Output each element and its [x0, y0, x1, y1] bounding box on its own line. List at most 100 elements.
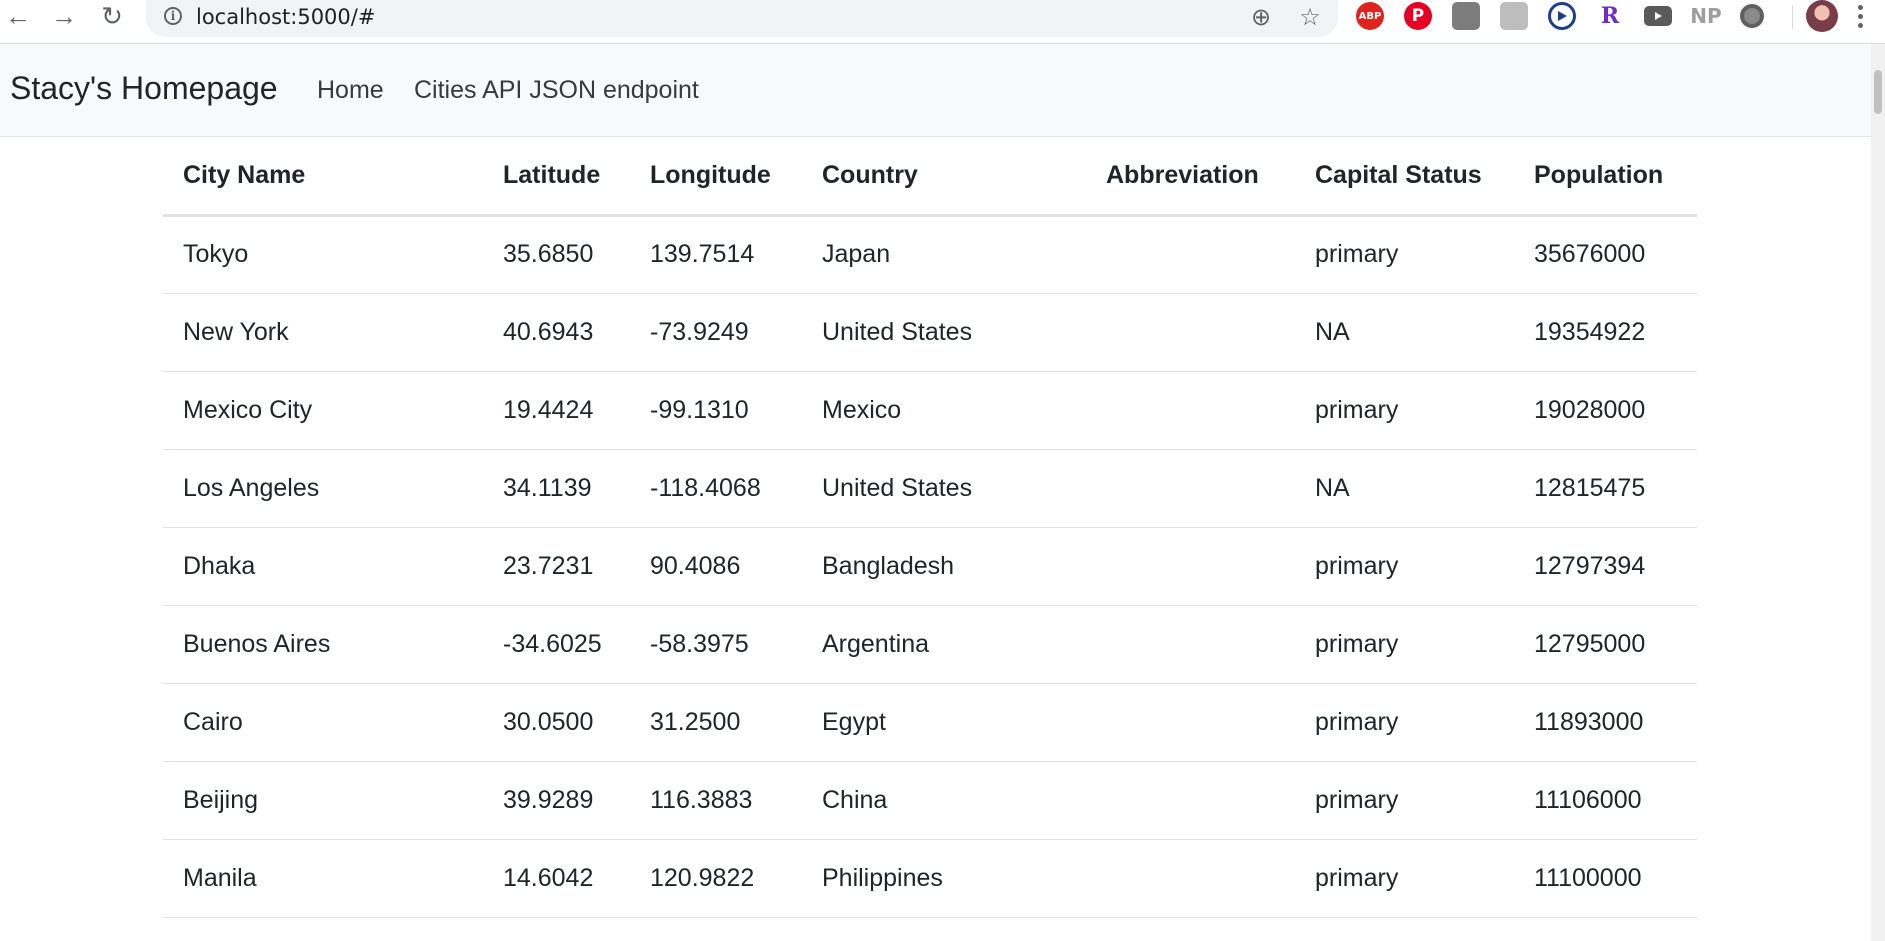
header-latitude: Latitude [483, 137, 630, 217]
cell-longitude: 116.3883 [630, 761, 802, 840]
cell-population: 11893000 [1514, 683, 1697, 762]
cities-table: City Name Latitude Longitude Country Abb… [163, 137, 1697, 918]
cell-capital-status: NA [1295, 449, 1514, 528]
table-row: Buenos Aires -34.6025 -58.3975 Argentina… [163, 605, 1697, 684]
table-row: Beijing 39.9289 116.3883 China primary 1… [163, 761, 1697, 840]
cell-latitude: -34.6025 [483, 605, 630, 684]
cell-abbreviation [1086, 449, 1295, 528]
cell-capital-status: primary [1295, 761, 1514, 840]
table-row: Mexico City 19.4424 -99.1310 Mexico prim… [163, 371, 1697, 450]
browser-toolbar: ← → ↻ i localhost:5000/# ⊕ ☆ ABP P R NP [0, 0, 1885, 44]
cell-city-name: Buenos Aires [163, 605, 483, 684]
cell-population: 11100000 [1514, 839, 1697, 918]
cell-population: 19028000 [1514, 371, 1697, 450]
cell-abbreviation [1086, 605, 1295, 684]
cell-country: United States [802, 449, 1086, 528]
cell-capital-status: NA [1295, 293, 1514, 372]
cell-country: Japan [802, 215, 1086, 294]
cell-city-name: Manila [163, 839, 483, 918]
pinterest-extension-icon[interactable]: P [1404, 2, 1432, 30]
page-scrollbar[interactable] [1871, 44, 1885, 941]
nav-link-home[interactable]: Home [317, 76, 384, 105]
cell-country: United States [802, 293, 1086, 372]
cell-abbreviation [1086, 215, 1295, 294]
header-population: Population [1514, 137, 1697, 217]
header-country: Country [802, 137, 1086, 217]
cell-population: 12797394 [1514, 527, 1697, 606]
navbar-brand[interactable]: Stacy's Homepage [10, 70, 278, 107]
nav-link-cities-api[interactable]: Cities API JSON endpoint [414, 76, 699, 105]
header-abbreviation: Abbreviation [1086, 137, 1295, 217]
address-bar[interactable]: i localhost:5000/# ⊕ ☆ [146, 0, 1338, 37]
header-longitude: Longitude [630, 137, 802, 217]
cell-longitude: -73.9249 [630, 293, 802, 372]
cell-longitude: 120.9822 [630, 839, 802, 918]
cell-country: Bangladesh [802, 527, 1086, 606]
site-info-icon[interactable]: i [164, 7, 182, 25]
table-header-row: City Name Latitude Longitude Country Abb… [163, 137, 1697, 217]
cell-longitude: -58.3975 [630, 605, 802, 684]
r-extension-icon[interactable]: R [1596, 2, 1624, 30]
np-extension-icon[interactable]: NP [1690, 2, 1721, 30]
cell-city-name: Mexico City [163, 371, 483, 450]
bookmark-star-icon[interactable]: ☆ [1297, 4, 1323, 31]
cell-capital-status: primary [1295, 605, 1514, 684]
site-navbar: Stacy's Homepage Home Cities API JSON en… [0, 44, 1885, 137]
cell-city-name: New York [163, 293, 483, 372]
cell-longitude: 139.7514 [630, 215, 802, 294]
cell-latitude: 14.6042 [483, 839, 630, 918]
cell-latitude: 34.1139 [483, 449, 630, 528]
play-extension-icon[interactable] [1548, 2, 1576, 30]
cell-latitude: 30.0500 [483, 683, 630, 762]
cell-country: China [802, 761, 1086, 840]
table-row: Dhaka 23.7231 90.4086 Bangladesh primary… [163, 527, 1697, 606]
profile-avatar[interactable] [1806, 0, 1838, 32]
cell-population: 11106000 [1514, 761, 1697, 840]
cell-longitude: 90.4086 [630, 527, 802, 606]
cell-abbreviation [1086, 683, 1295, 762]
cell-capital-status: primary [1295, 839, 1514, 918]
cell-abbreviation [1086, 839, 1295, 918]
chart-extension-icon[interactable] [1452, 2, 1480, 30]
cell-city-name: Dhaka [163, 527, 483, 606]
cell-population: 19354922 [1514, 293, 1697, 372]
cell-city-name: Beijing [163, 761, 483, 840]
cell-latitude: 40.6943 [483, 293, 630, 372]
cell-longitude: -118.4068 [630, 449, 802, 528]
cell-capital-status: primary [1295, 371, 1514, 450]
circle-extension-icon[interactable] [1740, 4, 1764, 28]
cell-latitude: 19.4424 [483, 371, 630, 450]
table-row: Tokyo 35.6850 139.7514 Japan primary 356… [163, 215, 1697, 294]
cell-city-name: Los Angeles [163, 449, 483, 528]
cell-abbreviation [1086, 527, 1295, 606]
url-text[interactable]: localhost:5000/# [196, 5, 375, 29]
cell-abbreviation [1086, 293, 1295, 372]
cell-abbreviation [1086, 761, 1295, 840]
cell-population: 35676000 [1514, 215, 1697, 294]
table-row: Manila 14.6042 120.9822 Philippines prim… [163, 839, 1697, 918]
header-city-name: City Name [163, 137, 483, 217]
cell-longitude: 31.2500 [630, 683, 802, 762]
cell-city-name: Cairo [163, 683, 483, 762]
toolbar-divider [1792, 5, 1793, 29]
cell-latitude: 23.7231 [483, 527, 630, 606]
back-arrow-icon[interactable]: ← [2, 0, 34, 32]
zoom-icon[interactable]: ⊕ [1248, 4, 1274, 31]
video-extension-icon[interactable] [1644, 6, 1672, 26]
cell-country: Mexico [802, 371, 1086, 450]
cell-capital-status: primary [1295, 683, 1514, 762]
adblock-extension-icon[interactable]: ABP [1356, 2, 1384, 30]
cell-country: Philippines [802, 839, 1086, 918]
reload-icon[interactable]: ↻ [96, 0, 128, 32]
cell-city-name: Tokyo [163, 215, 483, 294]
cell-latitude: 35.6850 [483, 215, 630, 294]
cell-latitude: 39.9289 [483, 761, 630, 840]
table-row: Cairo 30.0500 31.2500 Egypt primary 1189… [163, 683, 1697, 762]
chrome-menu-icon[interactable] [1850, 0, 1870, 32]
gray-extension-icon[interactable] [1500, 2, 1528, 30]
scrollbar-thumb[interactable] [1874, 70, 1882, 114]
cell-population: 12795000 [1514, 605, 1697, 684]
forward-arrow-icon[interactable]: → [48, 0, 80, 32]
cell-country: Argentina [802, 605, 1086, 684]
table-row: New York 40.6943 -73.9249 United States … [163, 293, 1697, 372]
